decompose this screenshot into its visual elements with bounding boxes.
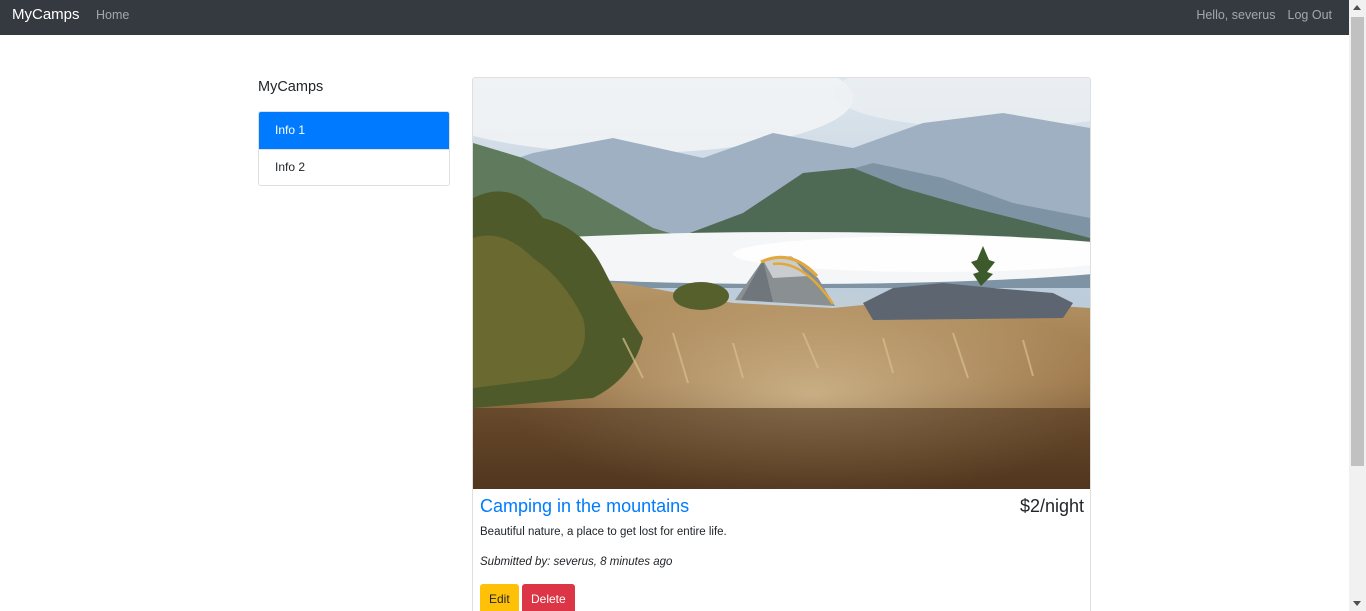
page-scrollbar[interactable]	[1349, 0, 1366, 611]
navbar: MyCamps Home Hello, severus Log Out	[0, 0, 1349, 35]
nav-user-area: Hello, severus Log Out	[1196, 8, 1332, 22]
edit-button[interactable]: Edit	[480, 584, 519, 611]
campground-description: Beautiful nature, a place to get lost fo…	[480, 526, 727, 538]
sidebar-heading: MyCamps	[258, 79, 324, 95]
delete-button[interactable]: Delete	[522, 584, 575, 611]
sidebar-list: Info 1 Info 2	[258, 111, 450, 186]
scroll-down-icon[interactable]	[1353, 601, 1361, 606]
campground-card: Camping in the mountains $2/night Beauti…	[472, 77, 1091, 611]
campground-image	[473, 78, 1090, 489]
brand-link[interactable]: MyCamps	[12, 6, 80, 23]
scroll-thumb[interactable]	[1351, 17, 1364, 466]
logout-link[interactable]: Log Out	[1288, 8, 1332, 22]
scroll-up-icon[interactable]	[1353, 5, 1361, 10]
campground-submitted-info: Submitted by: severus, 8 minutes ago	[480, 556, 673, 568]
campground-title-link[interactable]: Camping in the mountains	[480, 496, 689, 517]
user-greeting[interactable]: Hello, severus	[1196, 8, 1275, 22]
campground-price: $2/night	[1019, 496, 1084, 516]
nav-home-link[interactable]: Home	[96, 8, 129, 22]
sidebar-item-info-1[interactable]: Info 1	[259, 112, 449, 149]
sidebar-item-info-2[interactable]: Info 2	[259, 149, 449, 185]
